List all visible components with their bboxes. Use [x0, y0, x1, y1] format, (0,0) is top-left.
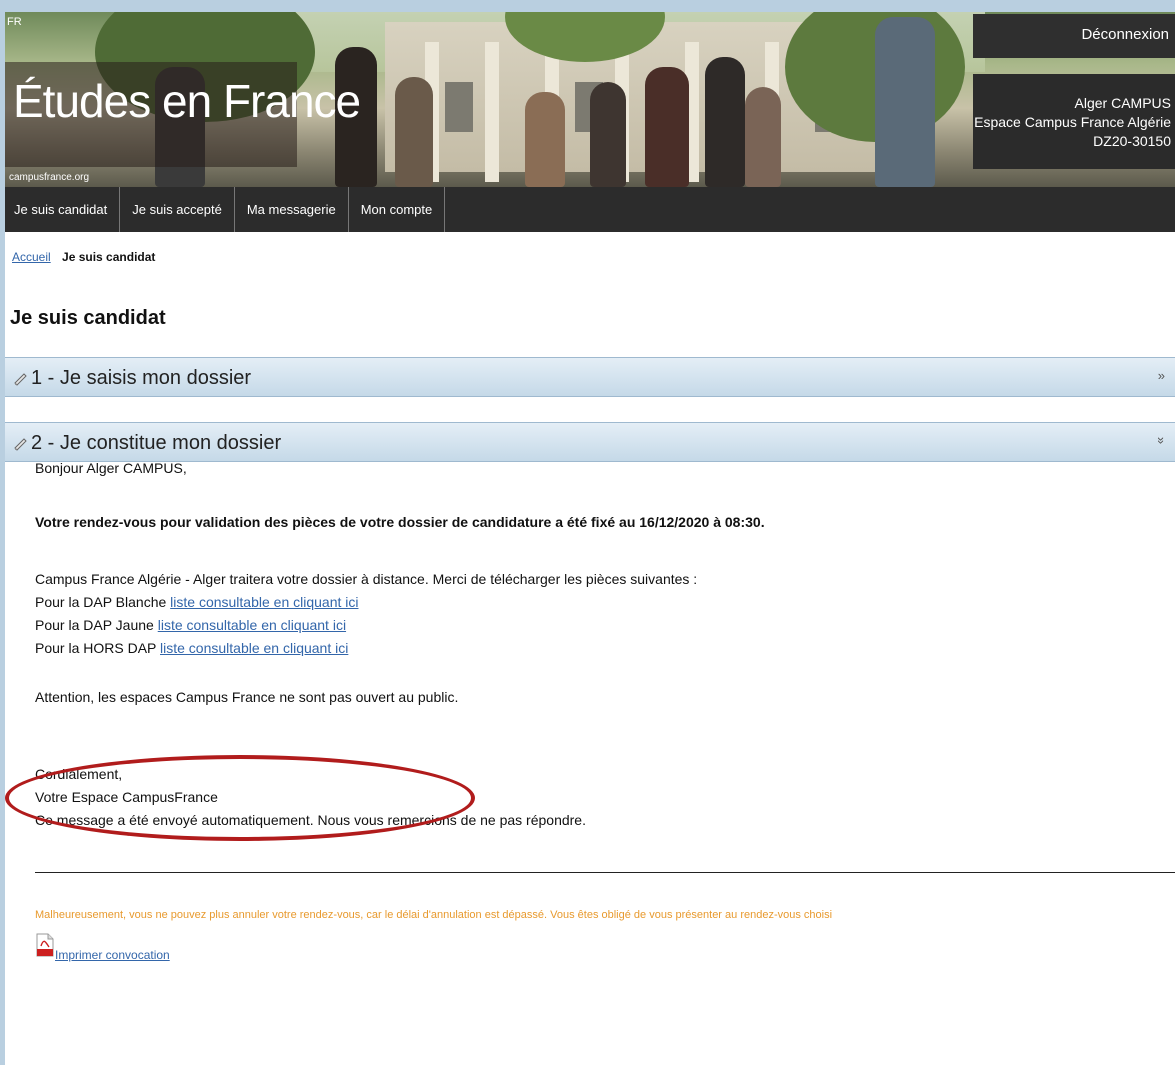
breadcrumb: Accueil Je suis candidat: [12, 250, 155, 264]
doc-link-jaune[interactable]: liste consultable en cliquant ici: [158, 617, 346, 633]
chevron-down-icon: »: [1153, 436, 1169, 445]
nav-item-compte[interactable]: Mon compte: [349, 187, 446, 232]
chevron-right-icon: »: [1157, 368, 1165, 383]
divider: [35, 872, 1175, 873]
logout-button[interactable]: Déconnexion: [973, 14, 1175, 58]
attention-notice: Attention, les espaces Campus France ne …: [35, 689, 459, 705]
documents-block: Campus France Algérie - Alger traitera v…: [35, 568, 697, 660]
page: FR Études en France campusfrance.org Déc…: [5, 12, 1175, 1065]
doc-link-blanche[interactable]: liste consultable en cliquant ici: [170, 594, 358, 610]
brand-title: Études en France: [13, 75, 361, 127]
user-id: DZ20-30150: [1093, 133, 1171, 149]
accordion-section-saisis[interactable]: 1 - Je saisis mon dossier »: [5, 357, 1175, 397]
pencil-icon: [14, 373, 27, 386]
pdf-icon: [36, 933, 54, 957]
doc-line-blanche: Pour la DAP Blanche liste consultable en…: [35, 594, 359, 610]
language-selector[interactable]: FR: [7, 16, 22, 28]
user-space: Espace Campus France Algérie: [974, 114, 1171, 130]
print-convocation-link[interactable]: Imprimer convocation: [55, 948, 170, 962]
user-info-panel: Alger CAMPUS Espace Campus France Algéri…: [973, 74, 1175, 169]
appointment-notice: Votre rendez-vous pour validation des pi…: [35, 514, 765, 530]
page-title: Je suis candidat: [10, 307, 166, 329]
nav-item-messagerie[interactable]: Ma messagerie: [235, 187, 349, 232]
doc-line-hors: Pour la HORS DAP liste consultable en cl…: [35, 640, 349, 656]
nav-item-candidat[interactable]: Je suis candidat: [5, 187, 121, 232]
documents-intro: Campus France Algérie - Alger traitera v…: [35, 571, 698, 587]
breadcrumb-current: Je suis candidat: [62, 250, 156, 264]
accordion-label: 1 - Je saisis mon dossier: [31, 367, 252, 389]
main-nav: Je suis candidat Je suis accepté Ma mess…: [5, 187, 1175, 232]
nav-item-accepte[interactable]: Je suis accepté: [120, 187, 235, 232]
doc-line-jaune: Pour la DAP Jaune liste consultable en c…: [35, 617, 347, 633]
user-name: Alger CAMPUS: [1074, 95, 1171, 111]
pencil-icon: [14, 438, 27, 451]
accordion-label: 2 - Je constitue mon dossier: [31, 432, 282, 454]
accordion-section-constitue[interactable]: 2 - Je constitue mon dossier »: [5, 422, 1175, 462]
doc-link-hors[interactable]: liste consultable en cliquant ici: [160, 640, 348, 656]
highlight-ellipse: [5, 755, 475, 841]
breadcrumb-home-link[interactable]: Accueil: [12, 250, 51, 264]
site-url: campusfrance.org: [9, 172, 90, 183]
cancellation-warning: Malheureusement, vous ne pouvez plus ann…: [35, 909, 833, 921]
logout-label: Déconnexion: [1081, 26, 1169, 43]
greeting: Bonjour Alger CAMPUS,: [35, 460, 187, 476]
